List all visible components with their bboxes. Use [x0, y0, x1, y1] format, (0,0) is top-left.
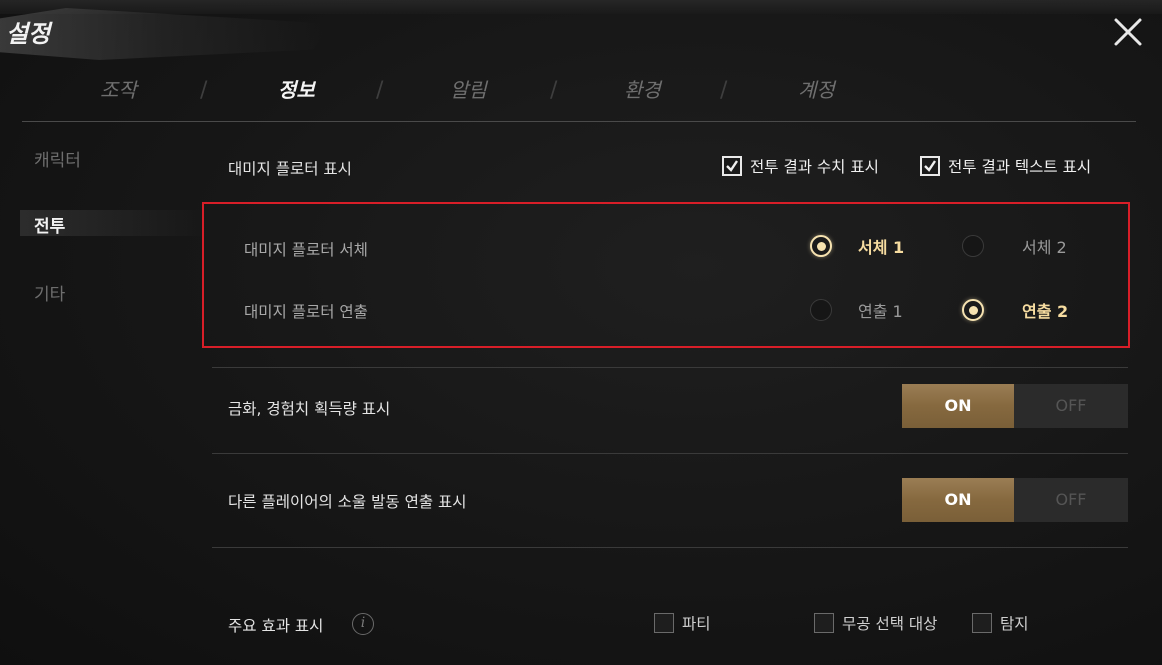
checkbox-detect[interactable]: 탐지 — [972, 612, 1029, 634]
checkbox-party[interactable]: 파티 — [654, 612, 711, 634]
radio-button — [810, 235, 832, 257]
tabs-divider — [22, 121, 1136, 122]
tab-separator: / — [720, 78, 728, 103]
radio-label: 서체 1 — [858, 238, 905, 257]
radio-label: 서체 2 — [1022, 238, 1067, 257]
checkbox-box — [920, 156, 940, 176]
checkbox-box — [814, 613, 834, 633]
checkbox-label: 탐지 — [1000, 615, 1029, 633]
sidebar-item-combat[interactable]: 전투 — [34, 212, 65, 237]
font-setting-label: 대미지 플로터 서체 — [244, 241, 368, 259]
damage-floater-label: 대미지 플로터 표시 — [228, 160, 352, 178]
close-button[interactable] — [1110, 14, 1146, 50]
gold-exp-toggle[interactable]: ON OFF — [902, 384, 1128, 428]
radio-button — [810, 299, 832, 321]
checkbox-box — [722, 156, 742, 176]
tab-separator: / — [200, 78, 208, 103]
toggle-on[interactable]: ON — [902, 384, 1014, 428]
checkbox-skill-target[interactable]: 무공 선택 대상 — [814, 612, 937, 634]
checkbox-box — [654, 613, 674, 633]
row-divider — [212, 453, 1128, 454]
highlight-frame — [202, 202, 1130, 348]
gold-exp-label: 금화, 경험치 획득량 표시 — [228, 400, 391, 418]
close-icon — [1114, 18, 1142, 46]
effect-setting-label: 대미지 플로터 연출 — [244, 303, 368, 321]
tab-info[interactable]: 정보 — [278, 70, 315, 110]
row-divider — [212, 367, 1128, 368]
checkmark-icon — [924, 160, 936, 172]
tab-bar: 조작 / 정보 / 알림 / 환경 / 계정 — [40, 70, 940, 110]
sidebar-item-etc[interactable]: 기타 — [34, 280, 65, 305]
radio-font-2[interactable]: 서체 2 — [962, 234, 1067, 258]
tab-account[interactable]: 계정 — [798, 70, 835, 110]
toggle-on[interactable]: ON — [902, 478, 1014, 522]
toggle-off[interactable]: OFF — [1014, 384, 1128, 428]
other-soul-label: 다른 플레이어의 소울 발동 연출 표시 — [228, 493, 467, 511]
radio-effect-1[interactable]: 연출 1 — [810, 298, 903, 322]
tab-control[interactable]: 조작 — [100, 70, 137, 110]
main-effect-label: 주요 효과 표시 — [228, 617, 324, 635]
checkbox-combat-text[interactable]: 전투 결과 텍스트 표시 — [920, 155, 1091, 177]
sidebar-item-character[interactable]: 캐릭터 — [34, 146, 81, 171]
checkbox-label: 파티 — [682, 615, 711, 633]
top-border — [0, 0, 1162, 14]
page-title: 설정 — [6, 19, 51, 48]
settings-screen: 설정 조작 / 정보 / 알림 / 환경 / 계정 캐릭터 전투 기타 대미지 … — [0, 0, 1162, 665]
checkbox-label: 무공 선택 대상 — [842, 615, 938, 633]
tab-environment[interactable]: 환경 — [624, 70, 661, 110]
radio-font-1[interactable]: 서체 1 — [810, 234, 904, 258]
info-icon[interactable]: i — [352, 613, 374, 635]
radio-effect-2[interactable]: 연출 2 — [962, 298, 1068, 322]
radio-label: 연출 2 — [1022, 302, 1069, 321]
checkbox-combat-number[interactable]: 전투 결과 수치 표시 — [722, 155, 879, 177]
checkbox-label: 전투 결과 수치 표시 — [750, 158, 879, 176]
radio-button — [962, 235, 984, 257]
tab-separator: / — [550, 78, 558, 103]
checkbox-box — [972, 613, 992, 633]
toggle-off[interactable]: OFF — [1014, 478, 1128, 522]
other-soul-toggle[interactable]: ON OFF — [902, 478, 1128, 522]
tab-notification[interactable]: 알림 — [450, 70, 487, 110]
radio-label: 연출 1 — [858, 302, 903, 321]
checkmark-icon — [726, 160, 738, 172]
checkbox-label: 전투 결과 텍스트 표시 — [948, 158, 1092, 176]
tab-separator: / — [376, 78, 384, 103]
radio-button — [962, 299, 984, 321]
row-divider — [212, 547, 1128, 548]
